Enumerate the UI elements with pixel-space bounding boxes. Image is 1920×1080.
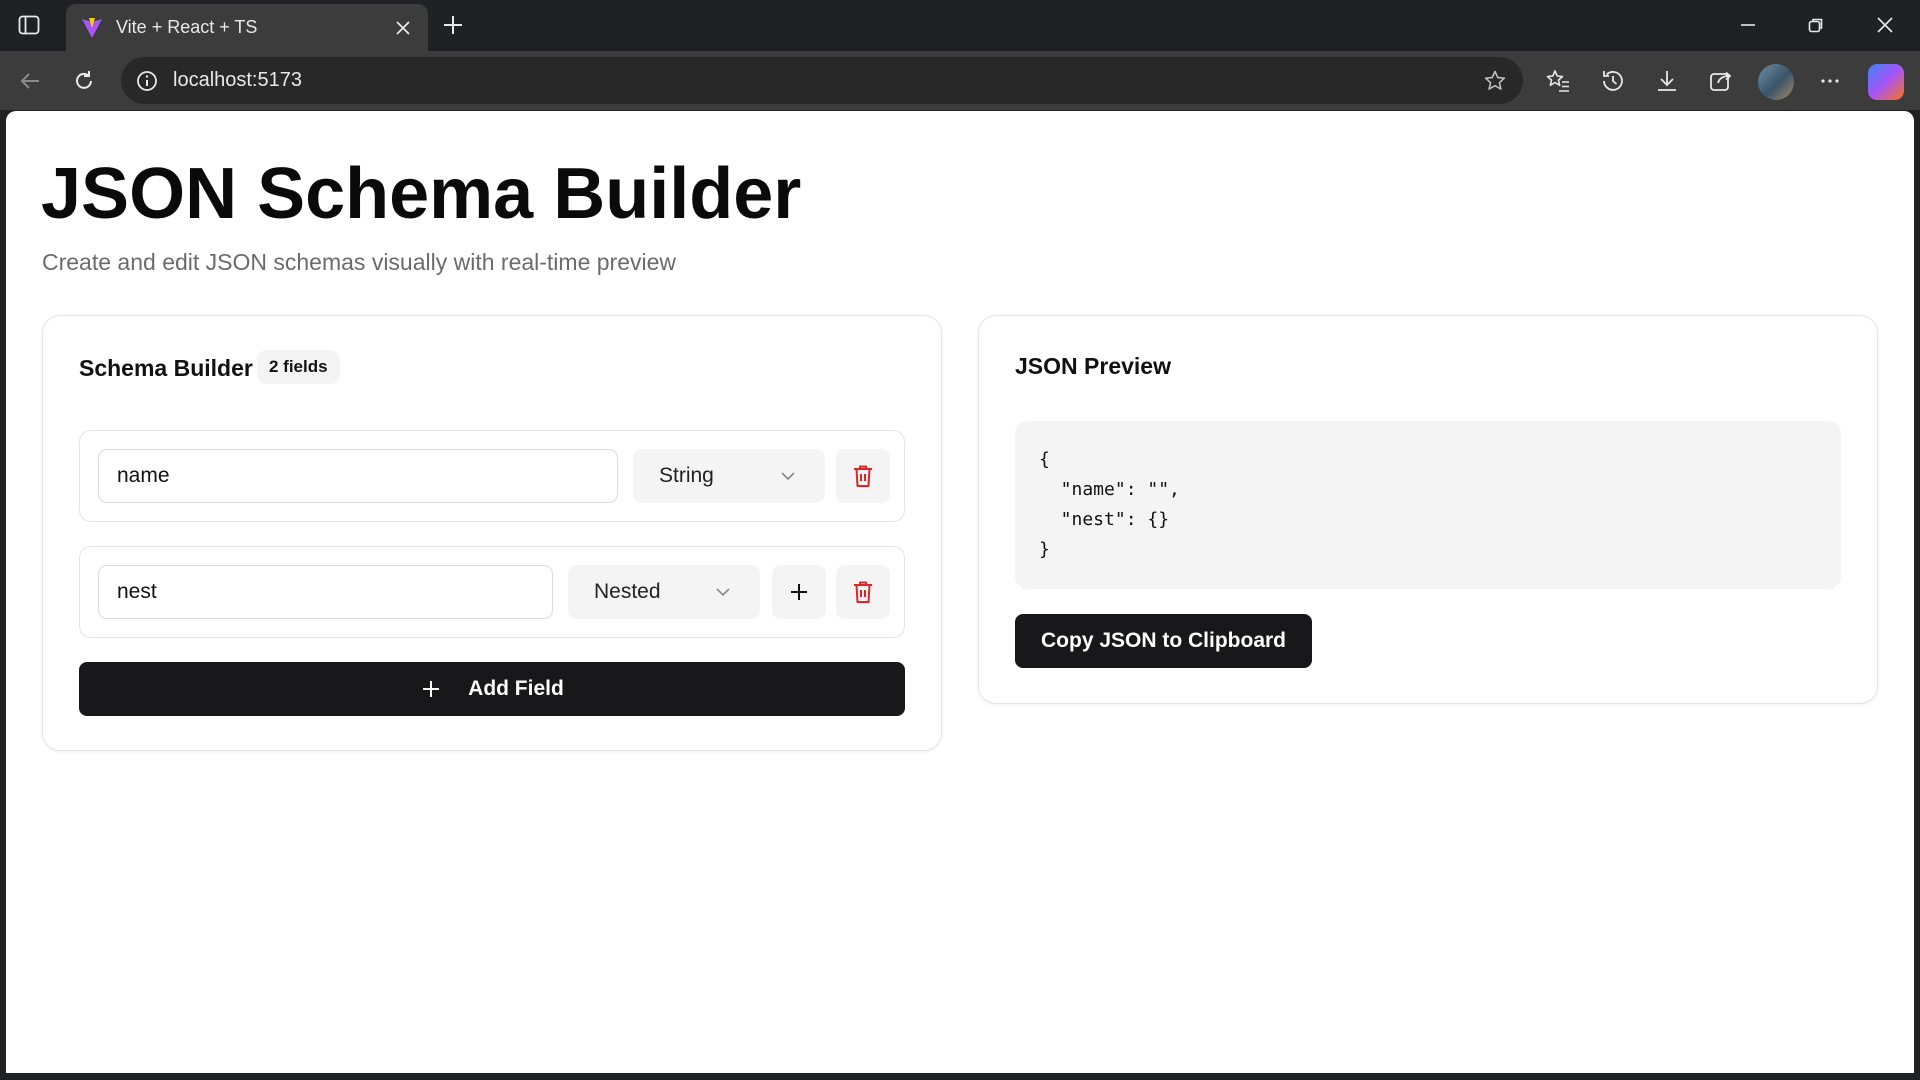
favorites-icon[interactable] xyxy=(1540,63,1576,99)
new-tab-icon[interactable] xyxy=(438,10,468,40)
trash-icon xyxy=(854,465,872,487)
vite-logo-icon xyxy=(80,16,104,40)
history-icon[interactable] xyxy=(1595,63,1631,99)
refresh-icon[interactable] xyxy=(66,63,102,99)
page-title: JSON Schema Builder xyxy=(41,154,802,234)
field-count-badge: 2 fields xyxy=(257,350,340,384)
json-preview-card: JSON Preview { "name": "", "nest": {} } … xyxy=(978,315,1878,704)
browser-tab[interactable]: Vite + React + TS xyxy=(66,4,428,51)
page-subtitle: Create and edit JSON schemas visually wi… xyxy=(42,249,677,275)
back-icon[interactable] xyxy=(12,63,48,99)
field-name-input[interactable] xyxy=(98,449,618,503)
plus-icon xyxy=(420,678,442,700)
chevron-down-icon xyxy=(716,588,730,597)
field-row: String xyxy=(79,430,905,522)
json-preview-title: JSON Preview xyxy=(1015,353,1171,379)
add-nested-field-button[interactable] xyxy=(772,565,826,619)
trash-icon xyxy=(854,581,872,603)
schema-builder-title: Schema Builder xyxy=(79,355,253,381)
share-icon[interactable] xyxy=(1703,63,1739,99)
json-preview-code: { "name": "", "nest": {} } xyxy=(1015,421,1841,589)
url-text: localhost:5173 xyxy=(173,69,302,91)
copilot-icon[interactable] xyxy=(1868,64,1904,100)
minimize-icon[interactable] xyxy=(1725,8,1771,42)
field-type-select[interactable]: String xyxy=(633,449,825,503)
plus-icon xyxy=(791,584,807,600)
schema-builder-card: Schema Builder 2 fields String Nested xyxy=(42,315,942,751)
profile-avatar[interactable] xyxy=(1758,64,1794,100)
downloads-icon[interactable] xyxy=(1649,63,1685,99)
field-type-select[interactable]: Nested xyxy=(568,565,760,619)
browser-tab-bar: Vite + React + TS xyxy=(0,0,1920,51)
add-field-button[interactable]: Add Field xyxy=(79,662,905,716)
field-row: Nested xyxy=(79,546,905,638)
favorite-star-icon[interactable] xyxy=(1481,67,1509,95)
close-tab-icon[interactable] xyxy=(392,17,414,39)
tab-actions-icon[interactable] xyxy=(14,12,44,38)
tab-title: Vite + React + TS xyxy=(116,17,258,37)
window-bottom-edge xyxy=(0,1073,1920,1080)
browser-toolbar: localhost:5173 xyxy=(0,51,1920,110)
address-bar[interactable]: localhost:5173 xyxy=(121,57,1523,104)
field-type-value: Nested xyxy=(594,580,661,603)
copy-json-button[interactable]: Copy JSON to Clipboard xyxy=(1015,614,1313,668)
more-options-icon[interactable] xyxy=(1812,63,1848,99)
site-info-icon[interactable] xyxy=(135,69,159,93)
field-name-input[interactable] xyxy=(98,565,553,619)
field-type-value: String xyxy=(659,464,714,487)
chevron-down-icon xyxy=(781,472,795,481)
page-viewport: JSON Schema Builder Create and edit JSON… xyxy=(6,111,1914,1073)
add-field-label: Add Field xyxy=(468,677,564,700)
delete-field-button[interactable] xyxy=(836,565,890,619)
delete-field-button[interactable] xyxy=(836,449,890,503)
restore-icon[interactable] xyxy=(1793,8,1839,42)
close-window-icon[interactable] xyxy=(1862,8,1908,42)
